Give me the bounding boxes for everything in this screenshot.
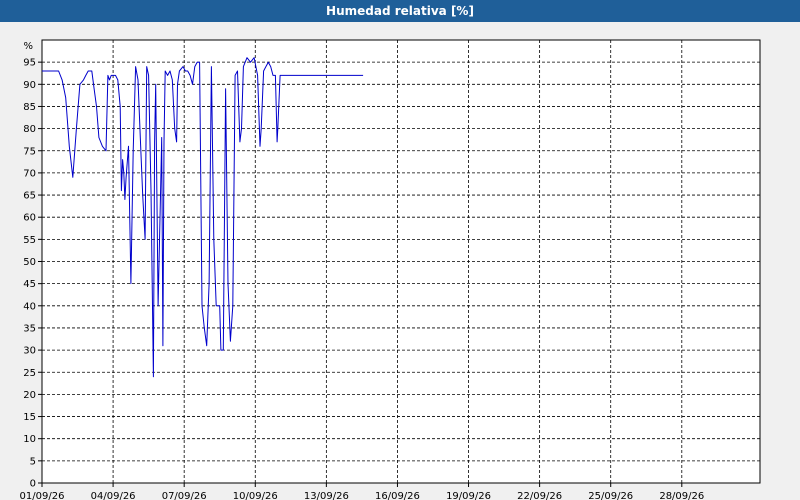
y-tick-label: 0: [30, 479, 36, 490]
y-tick-label: 65: [23, 191, 36, 202]
y-tick-label: 20: [23, 390, 36, 401]
y-tick-label: 35: [23, 323, 36, 334]
y-tick-label: 95: [23, 58, 36, 69]
y-tick-label: 85: [23, 102, 36, 113]
y-tick-label: 70: [23, 168, 36, 179]
y-axis-ticks: 0 5 10 15 20 25 30 35 40 45 50 55 60 65 70 75 80 85 90 95: [23, 58, 42, 490]
x-tick-label: 13/09/26: [304, 491, 349, 500]
y-tick-label: 10: [23, 434, 36, 445]
x-tick-label: 10/09/26: [233, 491, 278, 500]
y-tick-label: 60: [23, 213, 36, 224]
humidity-chart: 0 5 10 15 20 25 30 35 40 45 50 55 60 65 70 75 80 85 90 95 0…: [20, 39, 761, 500]
y-tick-label: 50: [23, 257, 36, 268]
y-tick-label: 80: [23, 124, 36, 135]
y-tick-label: 75: [23, 146, 36, 157]
x-tick-label: 04/09/26: [91, 491, 136, 500]
y-axis-unit-label: %: [23, 41, 33, 52]
x-tick-label: 01/09/26: [20, 491, 65, 500]
y-tick-label: 40: [23, 301, 36, 312]
y-tick-label: 45: [23, 279, 36, 290]
y-tick-label: 30: [23, 346, 36, 357]
y-tick-label: 5: [30, 456, 36, 467]
chart-window: Humedad relativa [%] 0 5 10 15 20 25 30 35 40 45 5…: [0, 0, 800, 500]
x-tick-label: 16/09/26: [375, 491, 420, 500]
x-tick-label: 19/09/26: [446, 491, 491, 500]
y-tick-label: 15: [23, 412, 36, 423]
x-tick-label: 22/09/26: [517, 491, 562, 500]
x-tick-label: 28/09/26: [659, 491, 704, 500]
y-tick-label: 25: [23, 368, 36, 379]
x-tick-label: 07/09/26: [162, 491, 207, 500]
y-tick-label: 55: [23, 235, 36, 246]
x-axis-ticks: 01/09/26 04/09/26 07/09/26 10/09/26 13/09/26…: [20, 483, 704, 500]
x-tick-label: 25/09/26: [588, 491, 633, 500]
y-tick-label: 90: [23, 80, 36, 91]
chart-title: Humedad relativa [%]: [0, 0, 800, 22]
